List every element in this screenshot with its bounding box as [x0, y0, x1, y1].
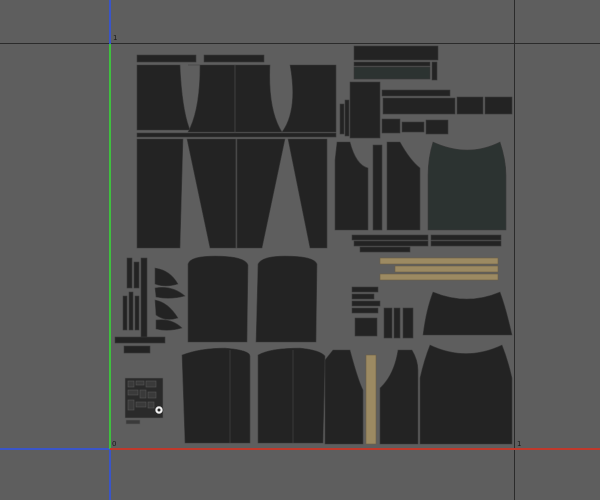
uv-editor-viewport[interactable]: 1 0 1: [0, 0, 600, 500]
uv-island-pocket-parts[interactable]: [114, 257, 186, 354]
uv-island-vest-front-left[interactable]: [334, 141, 369, 231]
uv-island-vest-front-right[interactable]: [386, 141, 421, 231]
uv-island-vest-back[interactable]: [427, 141, 507, 231]
uv-island-tan-straps[interactable]: [379, 257, 499, 281]
uv-island-strips-top[interactable]: [339, 45, 513, 139]
uv-island-jacket-front[interactable]: [324, 349, 419, 445]
uv-island-straps-middle[interactable]: [351, 234, 502, 253]
uv-island-layer[interactable]: [0, 0, 600, 500]
uv-island-zip-strip[interactable]: [372, 144, 383, 231]
uv-island-trim-atlas[interactable]: [124, 377, 164, 425]
uv-island-jacket-back-lower[interactable]: [419, 344, 513, 445]
uv-island-trousers-legs[interactable]: [136, 138, 328, 249]
uv-island-sleeves-upper[interactable]: [187, 255, 318, 343]
uv-island-sleeves-lower[interactable]: [181, 347, 326, 444]
uv-island-jacket-back-upper[interactable]: [422, 291, 513, 336]
uv-island-small-pieces[interactable]: [351, 286, 414, 339]
uv-island-trousers-top[interactable]: [136, 54, 337, 138]
